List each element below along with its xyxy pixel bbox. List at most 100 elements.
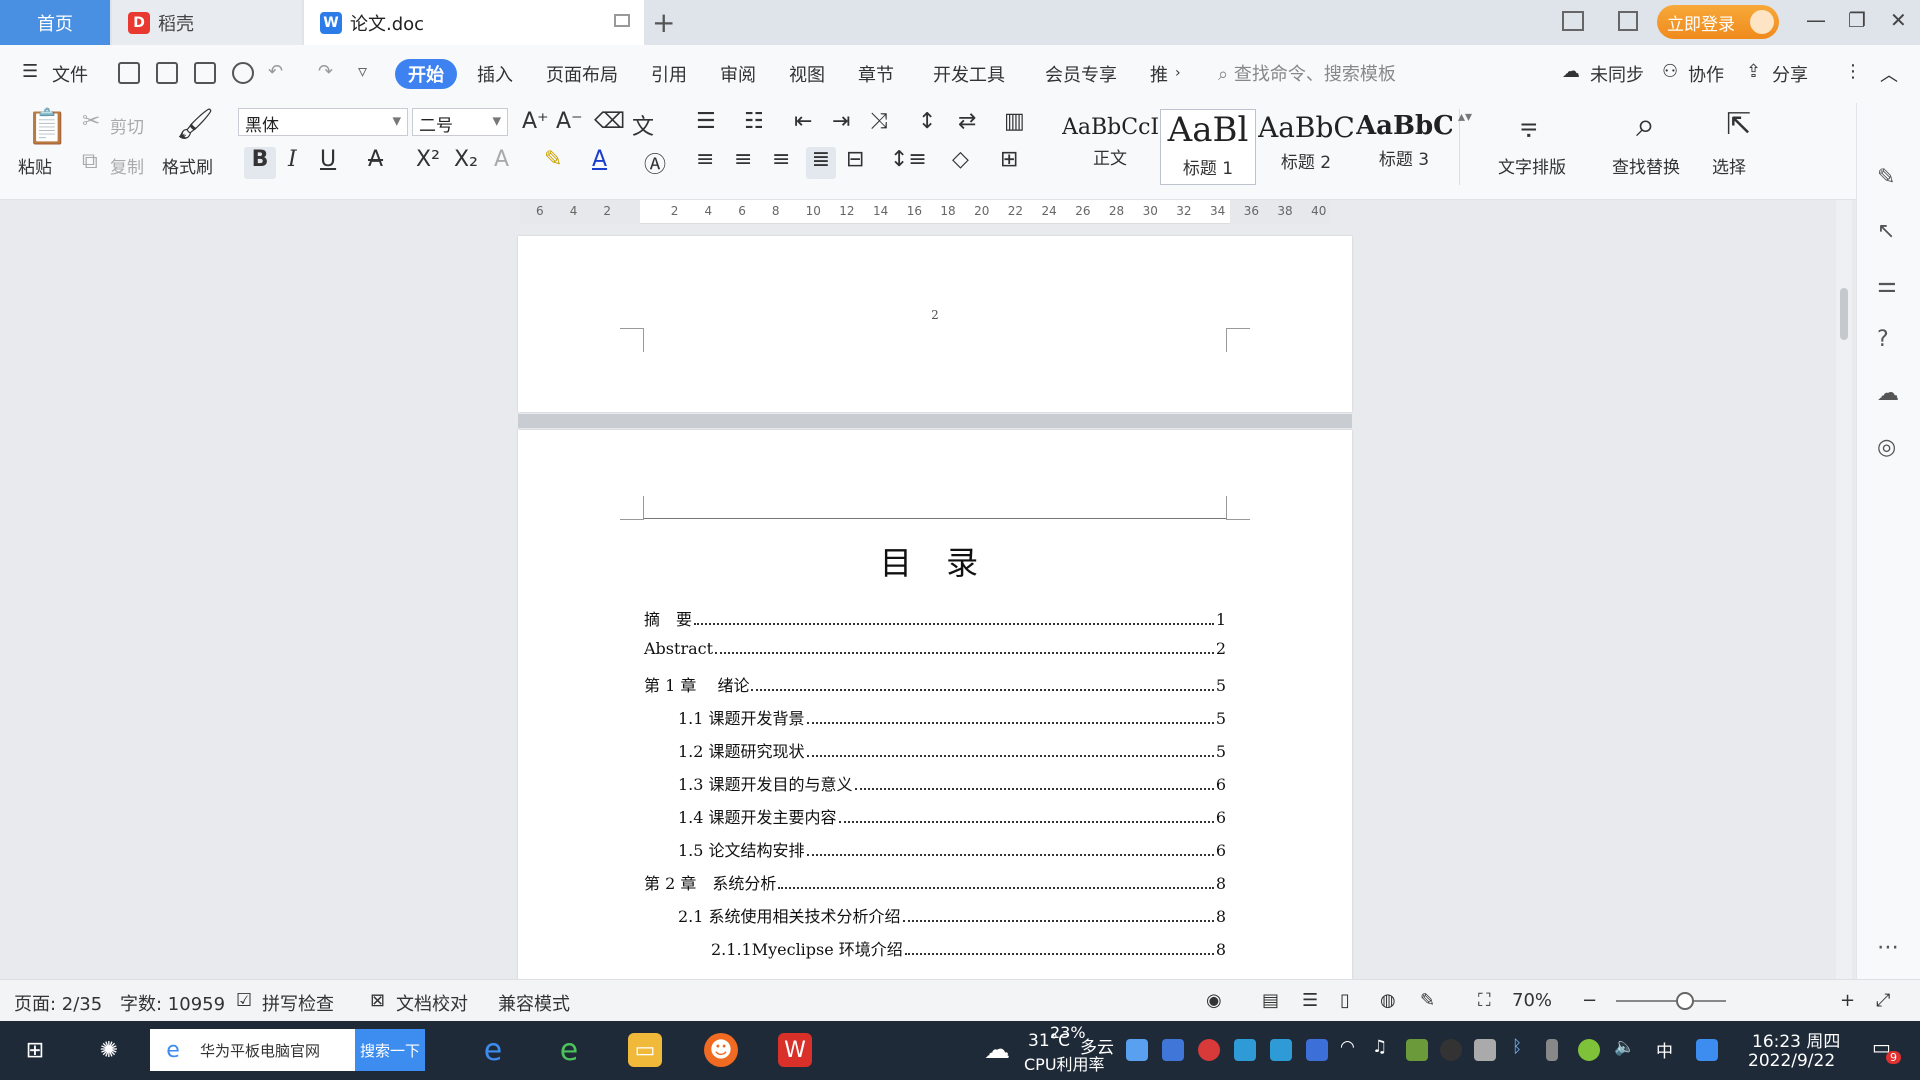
volume-icon[interactable]: 🔈 — [1614, 1037, 1635, 1057]
bluetooth-icon[interactable]: ᛒ — [1512, 1037, 1522, 1057]
bullet-list-icon[interactable]: ☰ — [696, 109, 716, 134]
eye-protection-icon[interactable]: ◉ — [1206, 990, 1222, 1011]
toc-entry[interactable]: 第 2 章 系统分析 8 — [644, 870, 1226, 894]
layout-icon[interactable] — [1562, 11, 1584, 31]
tray-app-icon[interactable] — [1234, 1039, 1256, 1061]
checkbox-icon[interactable]: ☑ — [236, 990, 252, 1011]
hamburger-icon[interactable]: ☰ — [22, 61, 38, 82]
command-search[interactable]: ⌕ 查找命令、搜索模板 — [1218, 60, 1396, 86]
sort-icon[interactable]: ↕ — [918, 109, 936, 134]
toc-entry[interactable]: 2.1.1Myeclipse 环境介绍 8 — [711, 936, 1226, 960]
windows-start-icon[interactable]: ⊞ — [18, 1033, 52, 1067]
decrease-indent-icon[interactable]: ⇤ — [794, 109, 812, 134]
text-layout-button[interactable]: 文字排版 — [1498, 153, 1566, 178]
menu-chapter[interactable]: 章节 — [858, 61, 894, 87]
scrollbar-thumb[interactable] — [1840, 288, 1848, 340]
toc-entry[interactable]: 摘 要 1 — [644, 606, 1226, 630]
text-layout-icon[interactable]: ⩦ — [1520, 107, 1538, 142]
tray-app-icon[interactable] — [1162, 1039, 1184, 1061]
ime-indicator[interactable]: 中 — [1656, 1037, 1673, 1062]
green-browser-icon[interactable]: e — [552, 1033, 586, 1068]
shading-icon[interactable]: ◇ — [952, 147, 969, 172]
search-tray-icon[interactable] — [1696, 1039, 1718, 1061]
style-normal[interactable]: AaBbCcI 正文 — [1062, 109, 1158, 185]
increase-indent-icon[interactable]: ⇥ — [832, 109, 850, 134]
collab-icon[interactable]: ⚇ — [1662, 61, 1678, 82]
numbered-list-icon[interactable]: ☷ — [744, 109, 764, 134]
zoom-slider-knob[interactable] — [1676, 992, 1694, 1010]
underline-icon[interactable]: U — [320, 147, 336, 172]
ie-browser-icon[interactable]: e — [476, 1033, 510, 1068]
bell-icon[interactable]: ♫ — [1372, 1037, 1387, 1057]
unsync-label[interactable]: 未同步 — [1590, 61, 1644, 87]
shrink-font-icon[interactable]: A⁻ — [556, 109, 583, 134]
adjust-icon[interactable]: ⚌ — [1877, 273, 1901, 298]
undo-icon[interactable]: ↶ — [268, 61, 283, 82]
cut-icon[interactable]: ✂ — [82, 109, 100, 134]
find-replace-icon[interactable]: ⌕ — [1636, 105, 1655, 145]
font-name-select[interactable]: 黑体 ▾ — [238, 108, 408, 136]
tab-document[interactable]: W 论文.doc — [304, 0, 644, 45]
strikethrough-icon[interactable]: A — [368, 147, 383, 172]
format-painter-button[interactable]: 格式刷 — [162, 153, 213, 178]
print-preview-icon[interactable] — [232, 62, 254, 84]
select-button[interactable]: 选择 — [1712, 153, 1746, 178]
highlight-icon[interactable]: ✎ — [544, 147, 562, 172]
shield-icon[interactable] — [1306, 1039, 1328, 1061]
menu-view[interactable]: 视图 — [789, 61, 825, 87]
restore-icon[interactable]: ❐ — [1848, 8, 1866, 32]
menu-review[interactable]: 审阅 — [720, 61, 756, 87]
text-effect-icon[interactable]: A — [494, 147, 509, 172]
toc-entry[interactable]: 1.3 课题开发目的与意义 6 — [678, 771, 1226, 795]
export-icon[interactable] — [156, 62, 178, 84]
menu-page-layout[interactable]: 页面布局 — [546, 61, 618, 87]
toc-entry[interactable]: 2.1 系统使用相关技术分析介绍 8 — [678, 903, 1226, 927]
subscript-icon[interactable]: X₂ — [454, 147, 478, 172]
paste-button[interactable]: 粘贴 — [18, 153, 52, 178]
proofread-button[interactable]: 文档校对 — [396, 990, 468, 1016]
pen-icon[interactable]: ✎ — [1877, 165, 1901, 190]
menu-recommend[interactable]: 推 — [1150, 61, 1168, 87]
tray-app-icon[interactable] — [1198, 1039, 1220, 1061]
copy-button[interactable]: 复制 — [110, 153, 144, 178]
select-cursor-icon[interactable]: ⇱ — [1726, 107, 1751, 142]
word-count[interactable]: 字数: 10959 — [120, 990, 225, 1016]
chinese-layout-icon[interactable]: ⤨ — [870, 109, 888, 134]
line-spacing-icon[interactable]: ↕≡ — [890, 147, 927, 172]
cut-button[interactable]: 剪切 — [110, 113, 144, 138]
minimize-icon[interactable]: — — [1806, 8, 1826, 32]
justify-icon[interactable]: ≣ — [806, 147, 836, 179]
italic-icon[interactable]: I — [288, 147, 297, 172]
clock-time[interactable]: 16:23 周四 — [1752, 1027, 1840, 1052]
app-360-icon[interactable]: ✺ — [92, 1033, 126, 1067]
spell-check-button[interactable]: 拼写检查 — [262, 990, 334, 1016]
bold-icon[interactable]: B — [244, 147, 276, 179]
outline-view-icon[interactable]: ☰ — [1302, 990, 1318, 1011]
app-fox-icon[interactable]: ☻ — [704, 1033, 738, 1067]
style-heading-2[interactable]: AaBbC 标题 2 — [1258, 109, 1354, 185]
paste-icon[interactable]: 📋 — [26, 107, 68, 147]
align-left-icon[interactable]: ≡ — [696, 147, 714, 172]
toc-entry[interactable]: Abstract 2 — [644, 639, 1226, 658]
page-2[interactable]: 目 录 摘 要 1 Abstract 2 第 1 章 绪论 5 1.1 课题开发背景 5 1.2… — [518, 430, 1352, 979]
collab-label[interactable]: 协作 — [1688, 61, 1724, 87]
style-heading-3[interactable]: AaBbC 标题 3 — [1356, 109, 1452, 185]
file-explorer-icon[interactable]: ▭ — [628, 1033, 662, 1067]
menu-insert[interactable]: 插入 — [477, 61, 513, 87]
zoom-level[interactable]: 70% — [1512, 990, 1552, 1011]
quick-access-dropdown-icon[interactable]: ▿ — [358, 61, 367, 82]
qq-icon[interactable] — [1440, 1039, 1462, 1061]
table-ruler-icon[interactable]: ▥ — [1004, 109, 1025, 134]
save-icon[interactable] — [118, 62, 140, 84]
menu-file[interactable]: 文件 — [52, 61, 88, 87]
tray-app-icon[interactable] — [1270, 1039, 1292, 1061]
chevron-right-icon[interactable]: › — [1175, 65, 1181, 81]
toc-entry[interactable]: 第 1 章 绪论 5 — [644, 672, 1226, 696]
grow-font-icon[interactable]: A⁺ — [522, 109, 549, 134]
format-painter-icon[interactable]: 🖌 — [176, 107, 214, 142]
zoom-in-icon[interactable]: + — [1840, 990, 1855, 1011]
tray-app-icon[interactable] — [1578, 1039, 1600, 1061]
share-icon[interactable]: ⇪ — [1746, 61, 1761, 82]
proofread-icon[interactable]: ⊠ — [370, 990, 385, 1011]
wifi-icon[interactable]: ◠ — [1340, 1037, 1355, 1057]
